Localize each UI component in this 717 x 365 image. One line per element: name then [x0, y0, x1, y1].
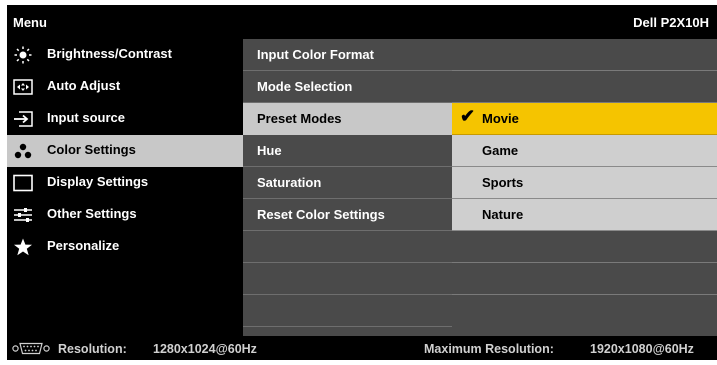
- preset-option-nature[interactable]: Nature: [452, 199, 717, 231]
- menu-item-label: Other Settings: [47, 206, 137, 221]
- other-settings-icon: [14, 208, 32, 222]
- menu-item-color-settings[interactable]: Color Settings: [7, 135, 243, 167]
- monitor-model: Dell P2X10H: [633, 15, 709, 30]
- submenu-item-reset-color-settings[interactable]: Reset Color Settings: [243, 199, 452, 231]
- display-settings-icon: [13, 174, 33, 192]
- title-bar: Menu Dell P2X10H: [7, 5, 717, 38]
- submenu-empty-row: [243, 295, 452, 327]
- menu-item-label: Personalize: [47, 238, 120, 253]
- submenu-item-label: Preset Modes: [257, 111, 342, 126]
- divider: [452, 294, 717, 295]
- menu-item-display-settings[interactable]: Display Settings: [7, 167, 243, 199]
- color-settings-submenu: Input Color Format Mode Selection Preset…: [243, 39, 452, 336]
- preset-option-label: Sports: [482, 175, 524, 190]
- resolution-label: Resolution:: [58, 342, 127, 356]
- checkmark-icon: ✔: [460, 106, 476, 126]
- preset-option-sports[interactable]: Sports: [452, 167, 717, 199]
- menu-item-label: Brightness/Contrast: [47, 46, 172, 61]
- main-menu: Brightness/Contrast Auto Adjust Input so…: [7, 39, 243, 336]
- preset-option-movie[interactable]: ✔ Movie: [452, 103, 717, 135]
- brightness-icon: [14, 46, 32, 64]
- submenu-item-label: Saturation: [257, 175, 322, 190]
- resolution-value: 1280x1024@60Hz: [153, 342, 257, 356]
- submenu-item-label: Hue: [257, 143, 282, 158]
- divider: [452, 102, 717, 103]
- preset-option-game[interactable]: Game: [452, 135, 717, 167]
- menu-item-label: Color Settings: [47, 142, 136, 157]
- submenu-item-hue[interactable]: Hue: [243, 135, 452, 167]
- menu-item-input-source[interactable]: Input source: [7, 103, 243, 135]
- menu-item-label: Auto Adjust: [47, 78, 121, 93]
- submenu-empty-row: [243, 263, 452, 295]
- menu-item-personalize[interactable]: Personalize: [7, 231, 243, 263]
- preset-modes-options: ✔ Movie Game Sports Nature: [452, 39, 717, 336]
- menu-item-brightness-contrast[interactable]: Brightness/Contrast: [7, 39, 243, 71]
- submenu-item-preset-modes[interactable]: Preset Modes: [243, 103, 452, 135]
- star-icon: [14, 238, 32, 256]
- submenu-item-label: Input Color Format: [257, 47, 374, 62]
- max-resolution-value: 1920x1080@60Hz: [590, 342, 694, 356]
- submenu-item-label: Reset Color Settings: [257, 207, 385, 222]
- submenu-empty-row: [243, 231, 452, 263]
- submenu-item-label: Mode Selection: [257, 79, 353, 94]
- menu-item-other-settings[interactable]: Other Settings: [7, 199, 243, 231]
- vga-connector-icon: [12, 342, 50, 355]
- preset-option-label: Nature: [482, 207, 524, 222]
- submenu-item-input-color-format[interactable]: Input Color Format: [243, 39, 452, 71]
- divider: [452, 70, 717, 71]
- preset-option-label: Game: [482, 143, 519, 158]
- submenu-item-saturation[interactable]: Saturation: [243, 167, 452, 199]
- status-bar: Resolution: 1280x1024@60Hz Maximum Resol…: [7, 337, 717, 360]
- osd-menu: Menu Dell P2X10H Brightness/Contrast Aut…: [7, 5, 717, 360]
- preset-option-label: Movie: [482, 111, 519, 126]
- color-settings-icon: [14, 143, 32, 159]
- menu-item-auto-adjust[interactable]: Auto Adjust: [7, 71, 243, 103]
- max-resolution-label: Maximum Resolution:: [424, 342, 554, 356]
- menu-item-label: Input source: [47, 110, 126, 125]
- auto-adjust-icon: [13, 79, 33, 95]
- input-source-icon: [14, 111, 33, 127]
- divider: [452, 262, 717, 263]
- submenu-item-mode-selection[interactable]: Mode Selection: [243, 71, 452, 103]
- menu-item-label: Display Settings: [47, 174, 149, 189]
- menu-title: Menu: [13, 15, 47, 30]
